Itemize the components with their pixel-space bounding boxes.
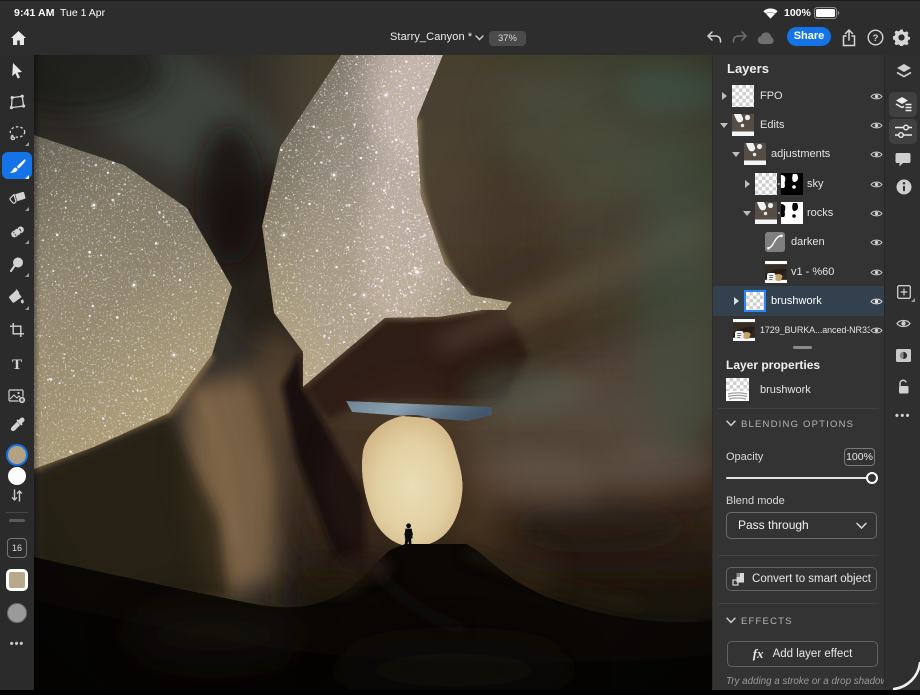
svg-text:?: ? (873, 33, 879, 44)
svg-text:T: T (12, 357, 22, 371)
